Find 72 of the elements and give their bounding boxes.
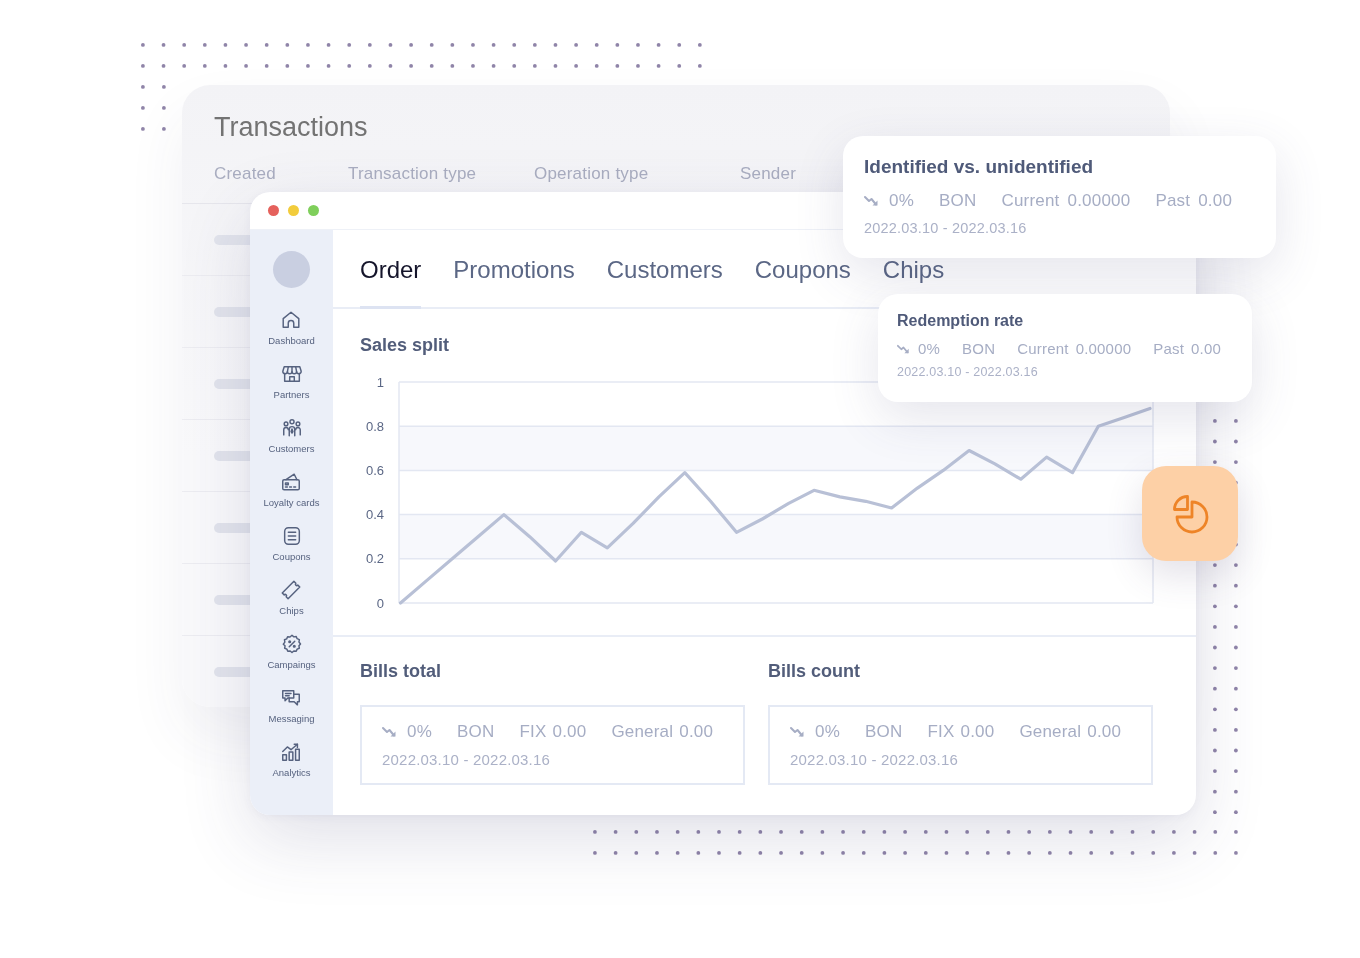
tab[interactable]: Coupons [754,258,851,282]
currency-code: BON [865,722,903,743]
axis-label: 1 [376,375,384,390]
metric-value: 0.00000 [1075,340,1132,358]
nav-item[interactable]: Campaings [267,633,316,671]
metric-value: 0.00 [960,722,995,743]
people-icon [280,417,303,439]
chart-title: Sales split [360,334,450,356]
store-icon [280,363,303,385]
change-percent: 0% [918,340,941,358]
section-title: Bills total [360,660,441,682]
nav-item[interactable]: Chips [279,579,304,617]
pie-chart-icon [1142,466,1238,561]
metric-label: Past [1153,340,1185,358]
metric-label: FIX [519,722,547,743]
metric-value: 0.00 [552,722,587,743]
percent-badge-icon [280,633,303,655]
nav-item[interactable]: Messaging [268,687,315,725]
tab[interactable]: Customers [606,258,723,282]
column-header: Operation type [534,163,649,185]
metric-label: General [1019,722,1082,743]
date-range: 2022.03.10 - 2022.03.16 [897,365,1039,380]
metric-value: 0.00 [1087,722,1122,743]
metric-label: Current [1017,340,1069,358]
axis-label: 0.4 [365,507,384,523]
card-title: Redemption rate [897,311,1024,331]
avatar [273,251,310,288]
date-range: 2022.03.10 - 2022.03.16 [864,220,1028,238]
currency-code: BON [939,191,977,212]
metric-label: Current [1001,191,1060,212]
page-title: Transactions [214,111,368,143]
axis-label: 0.2 [365,551,384,567]
metric-value: 0.00 [1198,191,1233,212]
ticket-icon [280,579,303,601]
currency-code: BON [962,340,996,358]
column-header: Transaction type [348,163,477,185]
metric-value: 0.00 [679,722,714,743]
tab[interactable]: Promotions [453,258,575,282]
date-range: 2022.03.10 - 2022.03.16 [790,751,960,770]
column-header: Created [214,163,276,185]
card-icon [280,471,303,493]
nav-item[interactable]: Customers [268,417,315,455]
tab[interactable]: Chips [882,258,945,282]
change-percent: 0% [407,722,432,743]
close-button[interactable] [268,205,279,216]
metric-value: 0.00 [1191,340,1222,358]
tab[interactable]: Order [360,258,422,282]
date-range: 2022.03.10 - 2022.03.16 [382,751,552,770]
bar-chart-icon [280,741,303,763]
metric-label: Past [1155,191,1191,212]
card-title: Identified vs. unidentified [864,155,1094,179]
axis-label: 0 [376,595,384,610]
nav-item[interactable]: Coupons [272,525,311,563]
section-title: Bills count [768,660,860,682]
metric-value: 0.00000 [1067,191,1131,212]
nav-item[interactable]: Dashboard [268,309,315,347]
dot-pattern [141,85,166,131]
currency-code: BON [457,722,495,743]
nav-item[interactable]: Partners [273,363,310,401]
nav-item[interactable]: Loyalty cards [263,471,320,509]
axis-label: 0.6 [365,462,384,478]
nav-item[interactable]: Analytics [272,741,311,779]
metric-label: FIX [927,722,955,743]
chat-icon [280,687,303,709]
column-header: Sender [740,163,797,185]
axis-label: 0.8 [365,418,384,434]
change-percent: 0% [889,191,914,212]
zoom-button[interactable] [308,205,319,216]
house-icon [280,309,303,331]
metric-label: General [611,722,674,743]
change-percent: 0% [815,722,840,743]
minimize-button[interactable] [288,205,299,216]
